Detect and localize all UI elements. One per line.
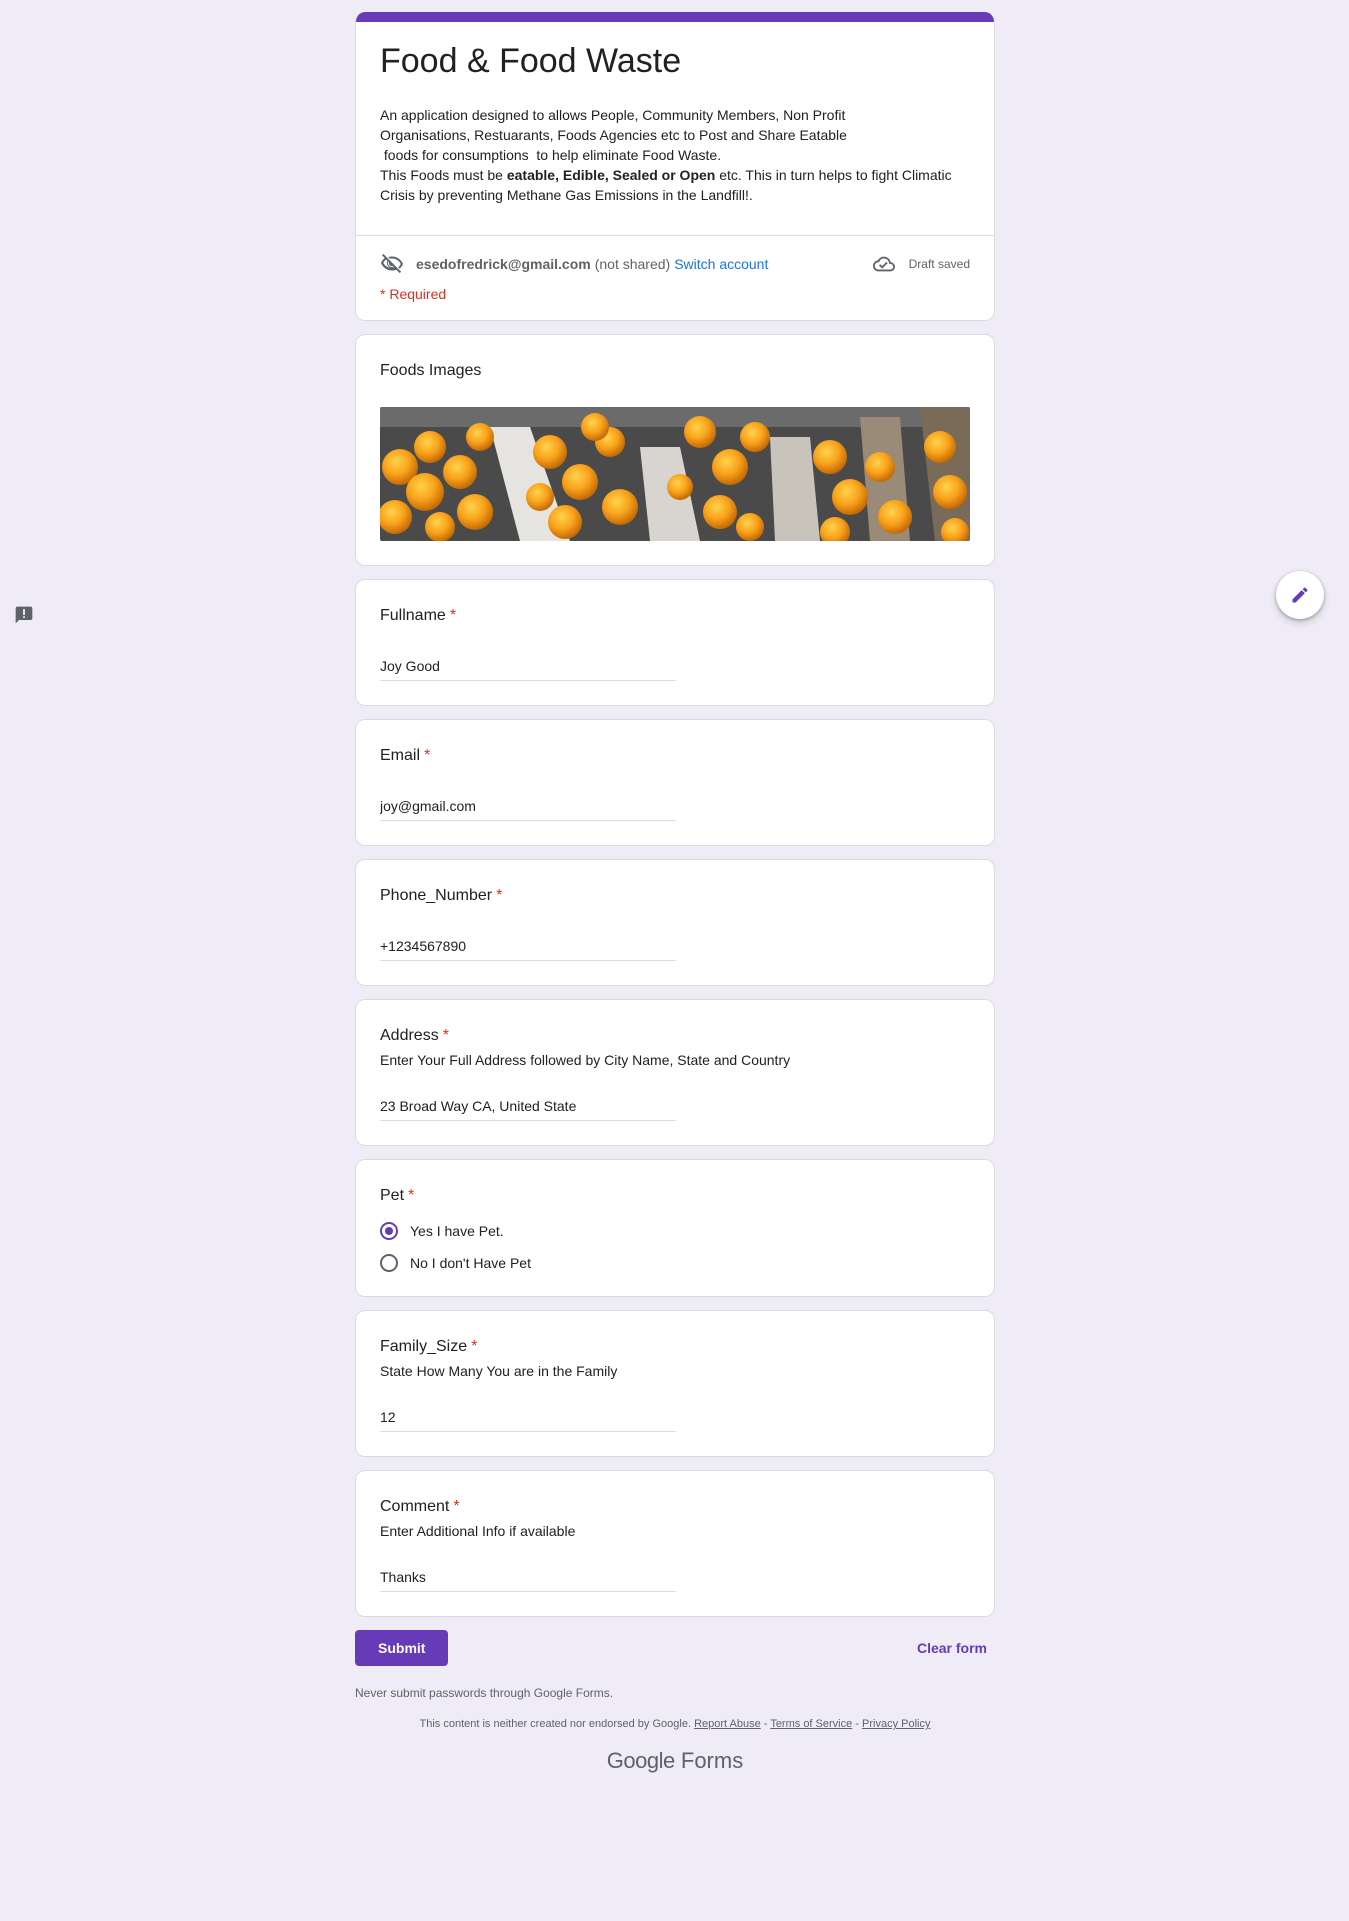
question-title: Comment *: [380, 1498, 460, 1515]
required-star: *: [496, 887, 503, 904]
question-card-phone: Phone_Number *: [355, 859, 995, 986]
required-star: *: [424, 747, 431, 764]
required-note: * Required: [380, 286, 447, 302]
terms-of-service-link[interactable]: Terms of Service: [770, 1718, 852, 1730]
answer-field: [380, 1569, 676, 1592]
not-shared-label: (not shared): [594, 256, 671, 272]
radio-label: Yes I have Pet.: [410, 1223, 504, 1239]
question-title: Pet *: [380, 1187, 415, 1204]
foods-images-card: Foods Images: [355, 334, 995, 566]
report-abuse-link[interactable]: Report Abuse: [694, 1718, 761, 1730]
draft-status: Draft saved: [872, 253, 970, 275]
description-emphasis: eatable, Edible, Sealed or Open: [506, 167, 716, 183]
eye-off-icon: [381, 253, 403, 274]
pencil-icon: [1292, 587, 1308, 603]
question-help-text: Enter Your Full Address followed by City…: [380, 1052, 791, 1068]
question-title: Foods Images: [380, 362, 482, 379]
question-card-family-size: Family_Size * State How Many You are in t…: [355, 1310, 995, 1457]
report-issue-icon[interactable]: [14, 605, 34, 625]
required-star: *: [408, 1187, 415, 1204]
question-help-text: Enter Additional Info if available: [380, 1523, 576, 1539]
required-star: *: [453, 1498, 460, 1515]
form-container: Food & Food Waste An application designe…: [355, 12, 995, 1774]
question-card-fullname: Fullname *: [355, 579, 995, 706]
question-card-email: Email *: [355, 719, 995, 846]
account-row: esedofredrick@gmail.com (not shared) Swi…: [356, 235, 994, 278]
form-actions: Submit Clear form: [355, 1630, 995, 1666]
question-card-comment: Comment * Enter Additional Info if availa…: [355, 1470, 995, 1617]
switch-account-link[interactable]: Switch account: [674, 256, 768, 272]
question-card-address: Address * Enter Your Full Address followe…: [355, 999, 995, 1146]
radio-button[interactable]: [380, 1254, 398, 1272]
password-warning: Never submit passwords through Google Fo…: [355, 1686, 614, 1700]
answer-field: [380, 798, 676, 821]
answer-field: [380, 1098, 676, 1121]
family-size-input[interactable]: [380, 1409, 676, 1425]
draft-saved-label: Draft saved: [908, 257, 970, 271]
foods-image: [380, 407, 970, 541]
question-title: Family_Size *: [380, 1338, 478, 1355]
question-help-text: State How Many You are in the Family: [380, 1363, 618, 1379]
form-description: An application designed to allows People…: [380, 107, 956, 203]
accent-bar: [356, 12, 994, 22]
account-email: esedofredrick@gmail.com: [416, 256, 591, 272]
address-input[interactable]: [380, 1098, 676, 1114]
question-title: Phone_Number *: [380, 887, 503, 904]
form-header-card: Food & Food Waste An application designe…: [355, 12, 995, 321]
answer-field: [380, 1409, 676, 1432]
edit-form-button[interactable]: [1276, 571, 1324, 619]
form-title: Food & Food Waste: [380, 42, 682, 80]
question-card-pet: Pet * Yes I have Pet. No I don't Have Pet: [355, 1159, 995, 1297]
question-title: Fullname *: [380, 607, 457, 624]
fullname-input[interactable]: [380, 658, 676, 674]
answer-field: [380, 938, 676, 961]
radio-option-yes[interactable]: Yes I have Pet.: [380, 1222, 970, 1240]
google-forms-logo[interactable]: Google Forms: [355, 1748, 995, 1774]
required-star: *: [449, 607, 457, 624]
radio-button-checked[interactable]: [380, 1222, 398, 1240]
answer-field: [380, 658, 676, 681]
radio-label: No I don't Have Pet: [410, 1255, 531, 1271]
required-star: *: [442, 1027, 449, 1044]
radio-option-no[interactable]: No I don't Have Pet: [380, 1254, 970, 1272]
phone-number-input[interactable]: [380, 938, 676, 954]
required-star: *: [471, 1338, 478, 1355]
oranges-image: [380, 407, 970, 541]
email-input[interactable]: [380, 798, 676, 814]
submit-button[interactable]: Submit: [355, 1630, 449, 1666]
comment-input[interactable]: [380, 1569, 676, 1585]
cloud-check-icon: [872, 256, 895, 272]
question-title: Email *: [380, 747, 431, 764]
privacy-policy-link[interactable]: Privacy Policy: [862, 1718, 930, 1730]
clear-form-button[interactable]: Clear form: [917, 1640, 987, 1656]
question-title: Address *: [380, 1027, 449, 1044]
footer-legal: This content is neither created nor endo…: [419, 1718, 931, 1730]
